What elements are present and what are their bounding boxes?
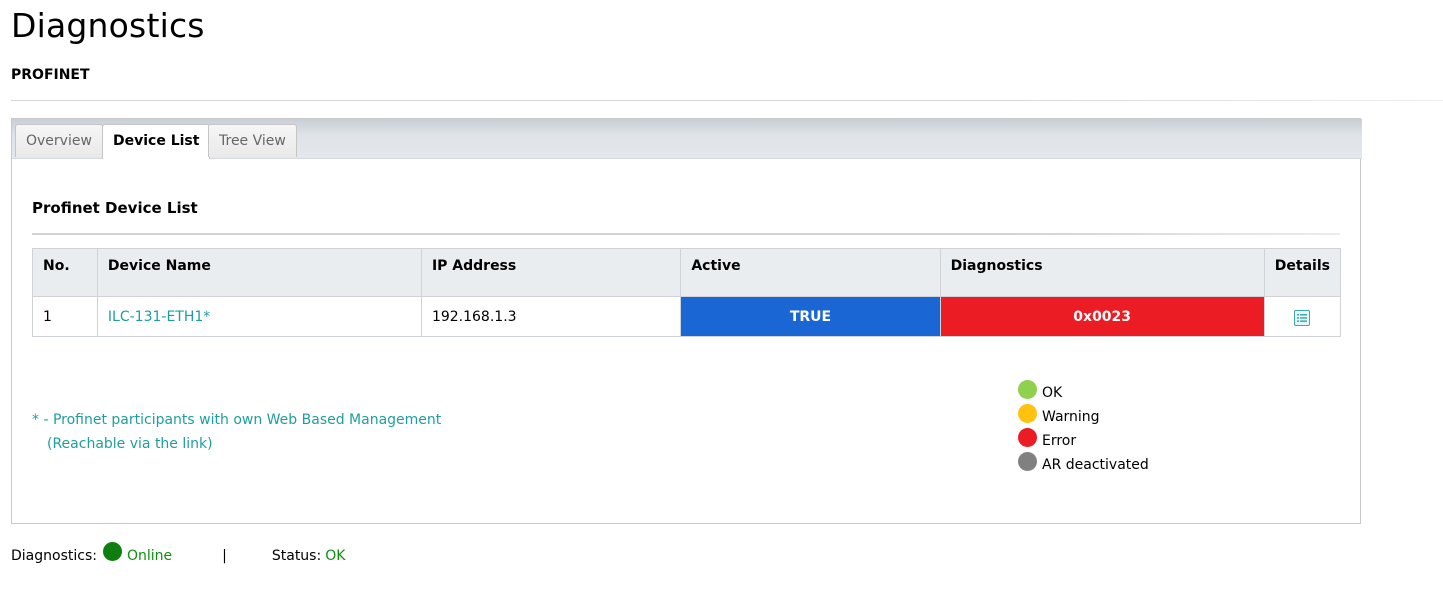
column-header-details: Details: [1263, 248, 1342, 297]
tab-overview[interactable]: Overview: [15, 124, 103, 157]
footnote: * - Profinet participants with own Web B…: [32, 408, 441, 456]
ar-deactivated-status-dot-icon: [1018, 451, 1037, 471]
page-subtitle: PROFINET: [11, 67, 90, 83]
diagnostics-online-value: Online: [126, 547, 173, 564]
legend-label: OK: [1042, 385, 1063, 401]
legend-item-ok: OK: [1018, 379, 1149, 405]
cell-ip-address: 192.168.1.3: [420, 296, 682, 337]
tab-strip: Overview Device List Tree View: [12, 119, 1362, 159]
legend-label: Error: [1042, 433, 1077, 449]
warning-status-dot-icon: [1018, 403, 1037, 423]
online-status-dot-icon: [102, 542, 122, 561]
tab-device-list[interactable]: Device List: [102, 124, 211, 159]
column-header-active: Active: [680, 248, 941, 297]
active-status-cell: TRUE: [680, 296, 941, 337]
page-title: Diagnostics: [11, 6, 205, 45]
legend-item-warning: Warning: [1018, 403, 1149, 429]
table-header-row: No. Device Name IP Address Active Diagno…: [32, 248, 1342, 297]
legend-item-ar-deactivated: AR deactivated: [1018, 451, 1149, 477]
diagnostics-code-cell: 0x0023: [939, 296, 1265, 337]
device-name-link[interactable]: ILC-131-ETH1*: [96, 296, 422, 337]
legend-label: AR deactivated: [1042, 457, 1149, 473]
diagnostics-label: Diagnostics:: [11, 547, 97, 564]
column-header-no: No.: [32, 248, 98, 297]
status-bar: Diagnostics: Online | Status: OK: [11, 542, 346, 565]
status-separator: |: [222, 547, 227, 564]
details-cell: [1263, 296, 1342, 337]
section-divider: [32, 233, 1340, 235]
device-table: No. Device Name IP Address Active Diagno…: [32, 248, 1342, 337]
column-header-device-name: Device Name: [96, 248, 422, 297]
legend-label: Warning: [1042, 409, 1100, 425]
diagnostics-page: Diagnostics PROFINET Overview Device Lis…: [0, 0, 1443, 613]
cell-no: 1: [32, 296, 98, 337]
diagnostics-panel: Overview Device List Tree View Profinet …: [11, 118, 1362, 524]
column-header-diagnostics: Diagnostics: [939, 248, 1265, 297]
status-label: Status:: [271, 547, 322, 564]
details-list-icon[interactable]: [1293, 309, 1311, 327]
header-divider: [11, 100, 1443, 101]
status-ok-value: OK: [325, 547, 346, 564]
ok-status-dot-icon: [1018, 379, 1037, 399]
error-status-dot-icon: [1018, 427, 1037, 447]
tab-tree-view[interactable]: Tree View: [208, 124, 297, 157]
legend-item-error: Error: [1018, 427, 1149, 453]
footnote-line-2: (Reachable via the link): [47, 436, 213, 452]
device-list-title: Profinet Device List: [32, 199, 198, 217]
column-header-ip-address: IP Address: [420, 248, 682, 297]
footnote-line-1: * - Profinet participants with own Web B…: [32, 412, 442, 428]
status-legend: OK Warning Error AR deactivated: [1018, 379, 1149, 477]
table-row: 1 ILC-131-ETH1* 192.168.1.3 TRUE 0x0023: [32, 296, 1342, 337]
